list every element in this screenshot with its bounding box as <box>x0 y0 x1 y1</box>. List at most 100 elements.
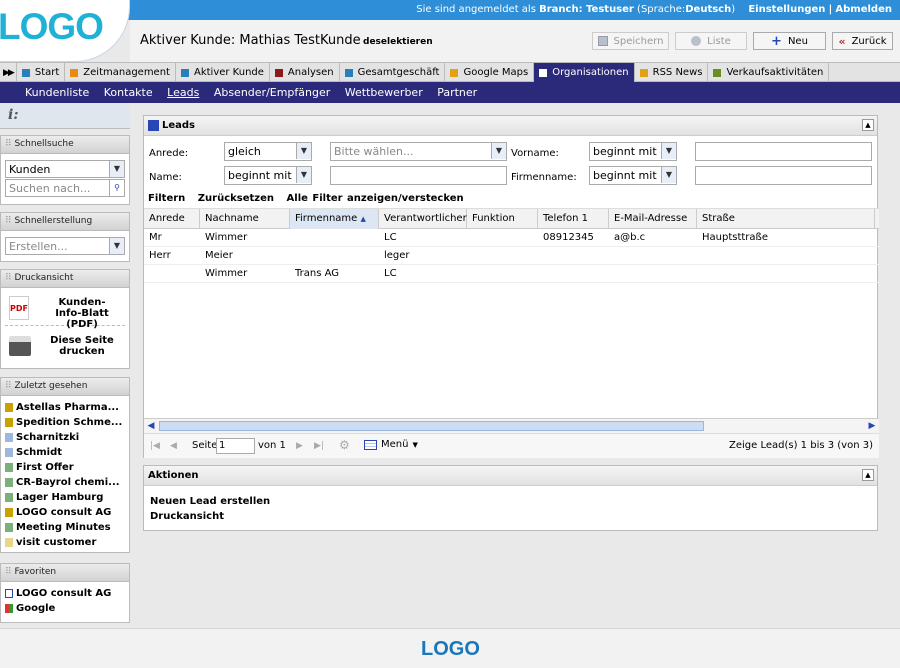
firmenname-operator-select[interactable]: beginnt mit ▼ <box>589 166 677 185</box>
last-page-icon[interactable]: ▶| <box>314 441 324 451</box>
name-operator-select[interactable]: beginnt mit ▼ <box>224 166 312 185</box>
active-customer-label: Aktiver Kunde: Mathias TestKunde <box>140 33 361 48</box>
filter-button[interactable]: Filtern <box>148 193 185 204</box>
scroll-right-icon[interactable]: ▶ <box>865 419 879 433</box>
print-page-button[interactable]: Diese Seite drucken <box>5 332 125 364</box>
deselect-link[interactable]: deselektieren <box>363 37 433 47</box>
create-lead-action[interactable]: Neuen Lead erstellen <box>150 496 270 507</box>
quicksearch-input[interactable]: Suchen nach... ⚲ <box>5 179 125 197</box>
recent-item[interactable]: LOGO consult AG <box>5 505 129 520</box>
app-logo[interactable]: LOGO <box>0 0 130 62</box>
recent-item-label: First Offer <box>16 462 74 473</box>
quicksearch-type-select[interactable]: Kunden ▼ <box>5 160 125 178</box>
recent-item[interactable]: Scharnitzki <box>5 430 129 445</box>
firmenname-input[interactable] <box>695 166 872 185</box>
recent-item[interactable]: Meeting Minutes <box>5 520 129 535</box>
tab-rss-news[interactable]: RSS News <box>635 63 709 82</box>
table-row[interactable]: Herr Meier leger <box>144 247 879 265</box>
next-page-icon[interactable]: ▶ <box>296 441 303 451</box>
pdf-info-sheet-button[interactable]: PDF Kunden- Info-Blatt (PDF) <box>5 294 125 330</box>
toggle-filters-button[interactable]: Alle Filter anzeigen/verstecken <box>287 193 464 204</box>
recent-item[interactable]: Lager Hamburg <box>5 490 129 505</box>
reset-button[interactable]: Zurücksetzen <box>198 193 274 204</box>
scroll-left-icon[interactable]: ◀ <box>144 419 158 433</box>
menu-button[interactable]: Menü ▼ <box>364 439 418 450</box>
flag-icon <box>5 403 13 412</box>
subnav-partner[interactable]: Partner <box>437 86 477 99</box>
tab-aktiver-kunde[interactable]: Aktiver Kunde <box>176 63 270 82</box>
vorname-operator-select[interactable]: beginnt mit ▼ <box>589 142 677 161</box>
first-page-icon[interactable]: |◀ <box>150 441 160 451</box>
table-row[interactable]: Mr Wimmer LC 08912345 a@b.c Hauptsttraße <box>144 229 879 247</box>
tab-color-icon <box>713 68 722 77</box>
vorname-input[interactable] <box>695 142 872 161</box>
back-button[interactable]: « Zurück <box>832 32 893 50</box>
tab-google-maps[interactable]: Google Maps <box>445 63 535 82</box>
recent-item[interactable]: Schmidt <box>5 445 129 460</box>
table-row[interactable]: Wimmer Trans AG LC <box>144 265 879 283</box>
favorite-item[interactable]: LOGO consult AG <box>5 586 129 601</box>
menu-label: Menü <box>381 439 409 450</box>
subnav-kundenliste[interactable]: Kundenliste <box>25 86 89 99</box>
logout-link[interactable]: Abmelden <box>835 4 892 15</box>
subnav-wettbewerber[interactable]: Wettbewerber <box>345 86 423 99</box>
page-number-input[interactable]: 1 <box>216 438 255 454</box>
tab-verkaufsaktivitaeten[interactable]: Verkaufsaktivitäten <box>708 63 830 82</box>
tab-analysen[interactable]: Analysen <box>270 63 340 82</box>
subnav-absender[interactable]: Absender/Empfänger <box>214 86 330 99</box>
recent-item[interactable]: visit customer <box>5 535 129 550</box>
quickcreate-select[interactable]: Erstellen... ▼ <box>5 237 125 255</box>
collapse-icon[interactable]: ▲ <box>862 469 874 481</box>
new-button[interactable]: + Neu <box>753 32 826 50</box>
column-header-nachname[interactable]: Nachname <box>200 209 290 229</box>
previous-page-icon[interactable]: ◀ <box>170 441 177 451</box>
tab-label: RSS News <box>652 67 703 78</box>
column-header-firmenname[interactable]: Firmenname ▲ <box>290 209 379 229</box>
sidebar: i: <box>0 103 130 129</box>
anrede-value-select[interactable]: Bitte wählen... ▼ <box>330 142 507 161</box>
top-status-bar: Sie sind angemeldet als Branch: Testuser… <box>0 0 900 20</box>
refresh-icon[interactable]: ⚙ <box>339 438 350 452</box>
chevron-down-icon[interactable]: ▼ <box>661 143 676 159</box>
favorite-item[interactable]: Google <box>5 601 129 616</box>
pdf-icon: PDF <box>9 296 29 320</box>
horizontal-scrollbar[interactable]: ◀ ▶ <box>144 418 879 433</box>
column-header-anrede[interactable]: Anrede <box>144 209 200 229</box>
subnav-leads[interactable]: Leads <box>167 86 199 99</box>
list-button[interactable]: Liste <box>675 32 747 50</box>
chevron-down-icon[interactable]: ▼ <box>661 167 676 183</box>
recent-item[interactable]: First Offer <box>5 460 129 475</box>
chevron-down-icon[interactable]: ▼ <box>491 143 506 159</box>
chevron-down-icon[interactable]: ▼ <box>109 161 124 177</box>
cell-verantwortlicher: LC <box>384 268 397 279</box>
recent-item[interactable]: CR-Bayrol chemi... <box>5 475 129 490</box>
chevron-down-icon[interactable]: ▼ <box>109 238 124 254</box>
scrollbar-thumb[interactable] <box>159 421 704 431</box>
column-header-verantwortlicher[interactable]: Verantwortlicher <box>379 209 467 229</box>
column-header-funktion[interactable]: Funktion <box>467 209 538 229</box>
back-button-label: Zurück <box>851 35 887 47</box>
chevron-down-icon[interactable]: ▼ <box>296 143 311 159</box>
tab-zeitmanagement[interactable]: Zeitmanagement <box>65 63 176 82</box>
anrede-operator-select[interactable]: gleich ▼ <box>224 142 312 161</box>
page-label: Seite <box>192 440 218 451</box>
recent-item[interactable]: Astellas Pharma... <box>5 400 129 415</box>
column-header-strasse[interactable]: Straße <box>697 209 875 229</box>
save-button[interactable]: Speichern <box>592 32 669 50</box>
search-icon[interactable]: ⚲ <box>109 180 124 196</box>
name-input[interactable] <box>330 166 507 185</box>
column-header-telefon[interactable]: Telefon 1 <box>538 209 609 229</box>
tab-gesamtgeschaeft[interactable]: Gesamtgeschäft <box>340 63 446 82</box>
tab-organisationen[interactable]: Organisationen <box>534 63 635 82</box>
recent-item[interactable]: Spedition Schme... <box>5 415 129 430</box>
tab-scroll-arrows-icon[interactable]: ▶▶ <box>0 63 17 82</box>
tab-label: Google Maps <box>463 67 529 78</box>
subnav-kontakte[interactable]: Kontakte <box>104 86 153 99</box>
print-view-action[interactable]: Druckansicht <box>150 511 224 522</box>
column-header-email[interactable]: E-Mail-Adresse <box>609 209 697 229</box>
collapse-icon[interactable]: ▲ <box>862 119 874 131</box>
chevron-down-icon[interactable]: ▼ <box>296 167 311 183</box>
tab-start[interactable]: Start <box>17 63 66 82</box>
info-icon[interactable]: i: <box>0 103 130 129</box>
settings-link[interactable]: Einstellungen <box>748 4 825 15</box>
